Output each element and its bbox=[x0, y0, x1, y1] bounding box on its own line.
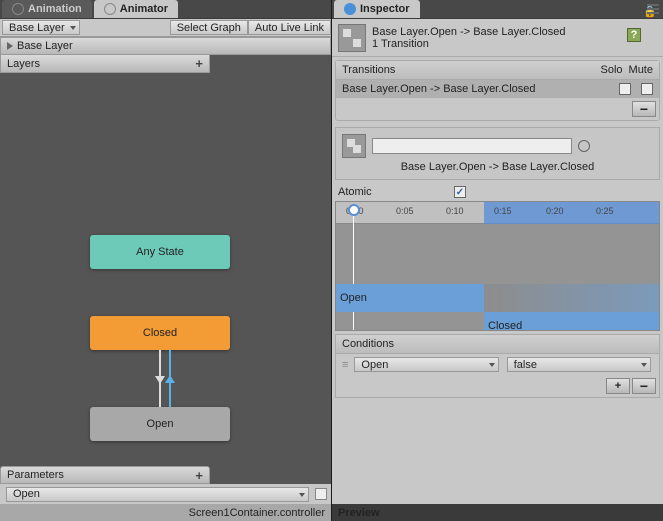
mute-checkbox[interactable] bbox=[641, 83, 653, 95]
clip-closed[interactable]: Closed bbox=[484, 312, 660, 331]
base-layer-label: Base Layer bbox=[17, 40, 73, 52]
solo-checkbox[interactable] bbox=[619, 83, 631, 95]
status-text: Screen1Container.controller bbox=[189, 507, 325, 519]
add-parameter-icon[interactable]: + bbox=[195, 468, 203, 483]
param-name-label: Open bbox=[13, 488, 40, 500]
help-icon[interactable]: ? bbox=[627, 28, 641, 42]
drag-handle-icon[interactable]: ≡ bbox=[342, 359, 348, 371]
transitions-label: Transitions bbox=[342, 64, 601, 76]
status-bar: Screen1Container.controller bbox=[0, 504, 331, 521]
add-condition-button[interactable]: + bbox=[606, 378, 630, 394]
transition-icon-small bbox=[342, 134, 366, 158]
node-any-label: Any State bbox=[136, 246, 184, 258]
tick-3: 0:15 bbox=[494, 206, 512, 216]
transition-arrow-up[interactable] bbox=[169, 350, 171, 407]
transition-edit-panel: Base Layer.Open -> Base Layer.Closed bbox=[335, 127, 660, 180]
transition-icon bbox=[338, 24, 366, 52]
mute-label: Mute bbox=[629, 64, 653, 76]
condition-row: ≡ Open false bbox=[336, 354, 659, 375]
timeline-ruler[interactable]: 0:00 0:05 0:10 0:15 0:20 0:25 bbox=[336, 202, 659, 224]
auto-live-link-button[interactable]: Auto Live Link bbox=[248, 20, 331, 35]
state-graph[interactable]: Any State Closed Open Parameters + Open … bbox=[0, 73, 331, 521]
settings-icon[interactable] bbox=[578, 140, 590, 152]
parameter-row: Open bbox=[0, 484, 331, 504]
parameter-name-dropdown[interactable]: Open bbox=[6, 487, 309, 502]
preview-label: Preview bbox=[338, 507, 380, 519]
inspector-title: Base Layer.Open -> Base Layer.Closed bbox=[372, 26, 566, 38]
clip-open-label: Open bbox=[340, 292, 367, 304]
parameters-panel: Parameters + Open bbox=[0, 466, 331, 504]
inspector-subtitle: 1 Transition bbox=[372, 38, 566, 50]
tab-animation-label: Animation bbox=[28, 3, 82, 15]
conditions-section: Conditions ≡ Open false + − bbox=[335, 334, 660, 398]
cond-param-label: Open bbox=[361, 359, 388, 371]
animation-icon bbox=[12, 3, 24, 15]
condition-value-dropdown[interactable]: false bbox=[507, 357, 651, 372]
tick-2: 0:10 bbox=[446, 206, 464, 216]
parameter-checkbox[interactable] bbox=[315, 488, 327, 500]
atomic-label: Atomic bbox=[338, 186, 450, 198]
base-layer-header[interactable]: Base Layer bbox=[0, 37, 331, 55]
cond-val-label: false bbox=[514, 359, 537, 371]
tab-animator-label: Animator bbox=[120, 3, 168, 15]
layers-label: Layers bbox=[7, 58, 40, 70]
select-graph-label: Select Graph bbox=[177, 22, 241, 34]
tick-4: 0:20 bbox=[546, 206, 564, 216]
conditions-header: Conditions bbox=[336, 335, 659, 354]
preview-bar[interactable]: Preview bbox=[332, 504, 663, 521]
playhead-line bbox=[353, 216, 354, 331]
layer-dropdown[interactable]: Base Layer bbox=[2, 20, 80, 35]
panel-menu-icon[interactable] bbox=[647, 4, 659, 14]
tab-animator[interactable]: Animator bbox=[94, 0, 178, 18]
clip-open[interactable]: Open bbox=[336, 284, 484, 312]
auto-live-label: Auto Live Link bbox=[255, 22, 324, 34]
tick-1: 0:05 bbox=[396, 206, 414, 216]
remove-transition-button[interactable]: − bbox=[632, 101, 656, 117]
left-tabbar: Animation Animator bbox=[0, 0, 331, 19]
select-graph-button[interactable]: Select Graph bbox=[170, 20, 248, 35]
transition-row[interactable]: Base Layer.Open -> Base Layer.Closed bbox=[336, 80, 659, 98]
conditions-label: Conditions bbox=[342, 338, 394, 350]
transition-arrow-down[interactable] bbox=[159, 350, 161, 407]
add-layer-icon[interactable]: + bbox=[195, 56, 203, 71]
inspector-body: Base Layer.Open -> Base Layer.Closed 1 T… bbox=[332, 19, 663, 521]
parameters-header[interactable]: Parameters + bbox=[0, 466, 210, 484]
transition-name-input[interactable] bbox=[372, 138, 572, 154]
tick-5: 0:25 bbox=[596, 206, 614, 216]
play-icon bbox=[7, 42, 13, 50]
node-open-label: Open bbox=[147, 418, 174, 430]
clip-open-fade[interactable] bbox=[484, 284, 660, 312]
solo-label: Solo bbox=[601, 64, 623, 76]
transition-timeline[interactable]: 0:00 0:05 0:10 0:15 0:20 0:25 Open Close… bbox=[335, 201, 660, 331]
remove-condition-button[interactable]: − bbox=[632, 378, 656, 394]
node-closed-label: Closed bbox=[143, 327, 177, 339]
clip-closed-label: Closed bbox=[488, 320, 522, 331]
inspector-header: Base Layer.Open -> Base Layer.Closed 1 T… bbox=[332, 19, 663, 57]
transitions-section: Transitions Solo Mute Base Layer.Open ->… bbox=[335, 60, 660, 121]
layers-header[interactable]: Layers + bbox=[0, 55, 210, 73]
node-any-state[interactable]: Any State bbox=[90, 235, 230, 269]
node-open[interactable]: Open bbox=[90, 407, 230, 441]
parameters-label: Parameters bbox=[7, 469, 64, 481]
playhead-icon[interactable] bbox=[348, 204, 360, 216]
animator-icon bbox=[104, 3, 116, 15]
inspector-icon bbox=[344, 3, 356, 15]
tab-animation[interactable]: Animation bbox=[2, 0, 92, 18]
right-tabbar: Inspector 🔒 bbox=[332, 0, 663, 19]
atomic-row: Atomic bbox=[332, 183, 663, 201]
node-closed[interactable]: Closed bbox=[90, 316, 230, 350]
transition-row-label: Base Layer.Open -> Base Layer.Closed bbox=[342, 83, 615, 95]
condition-param-dropdown[interactable]: Open bbox=[354, 357, 498, 372]
atomic-checkbox[interactable] bbox=[454, 186, 466, 198]
layer-dropdown-label: Base Layer bbox=[9, 22, 65, 34]
tab-inspector[interactable]: Inspector bbox=[334, 0, 420, 18]
animator-toolbar: Base Layer Select Graph Auto Live Link bbox=[0, 19, 331, 37]
transitions-header: Transitions Solo Mute bbox=[336, 61, 659, 80]
transition-edit-label: Base Layer.Open -> Base Layer.Closed bbox=[401, 161, 595, 173]
tab-inspector-label: Inspector bbox=[360, 3, 410, 15]
